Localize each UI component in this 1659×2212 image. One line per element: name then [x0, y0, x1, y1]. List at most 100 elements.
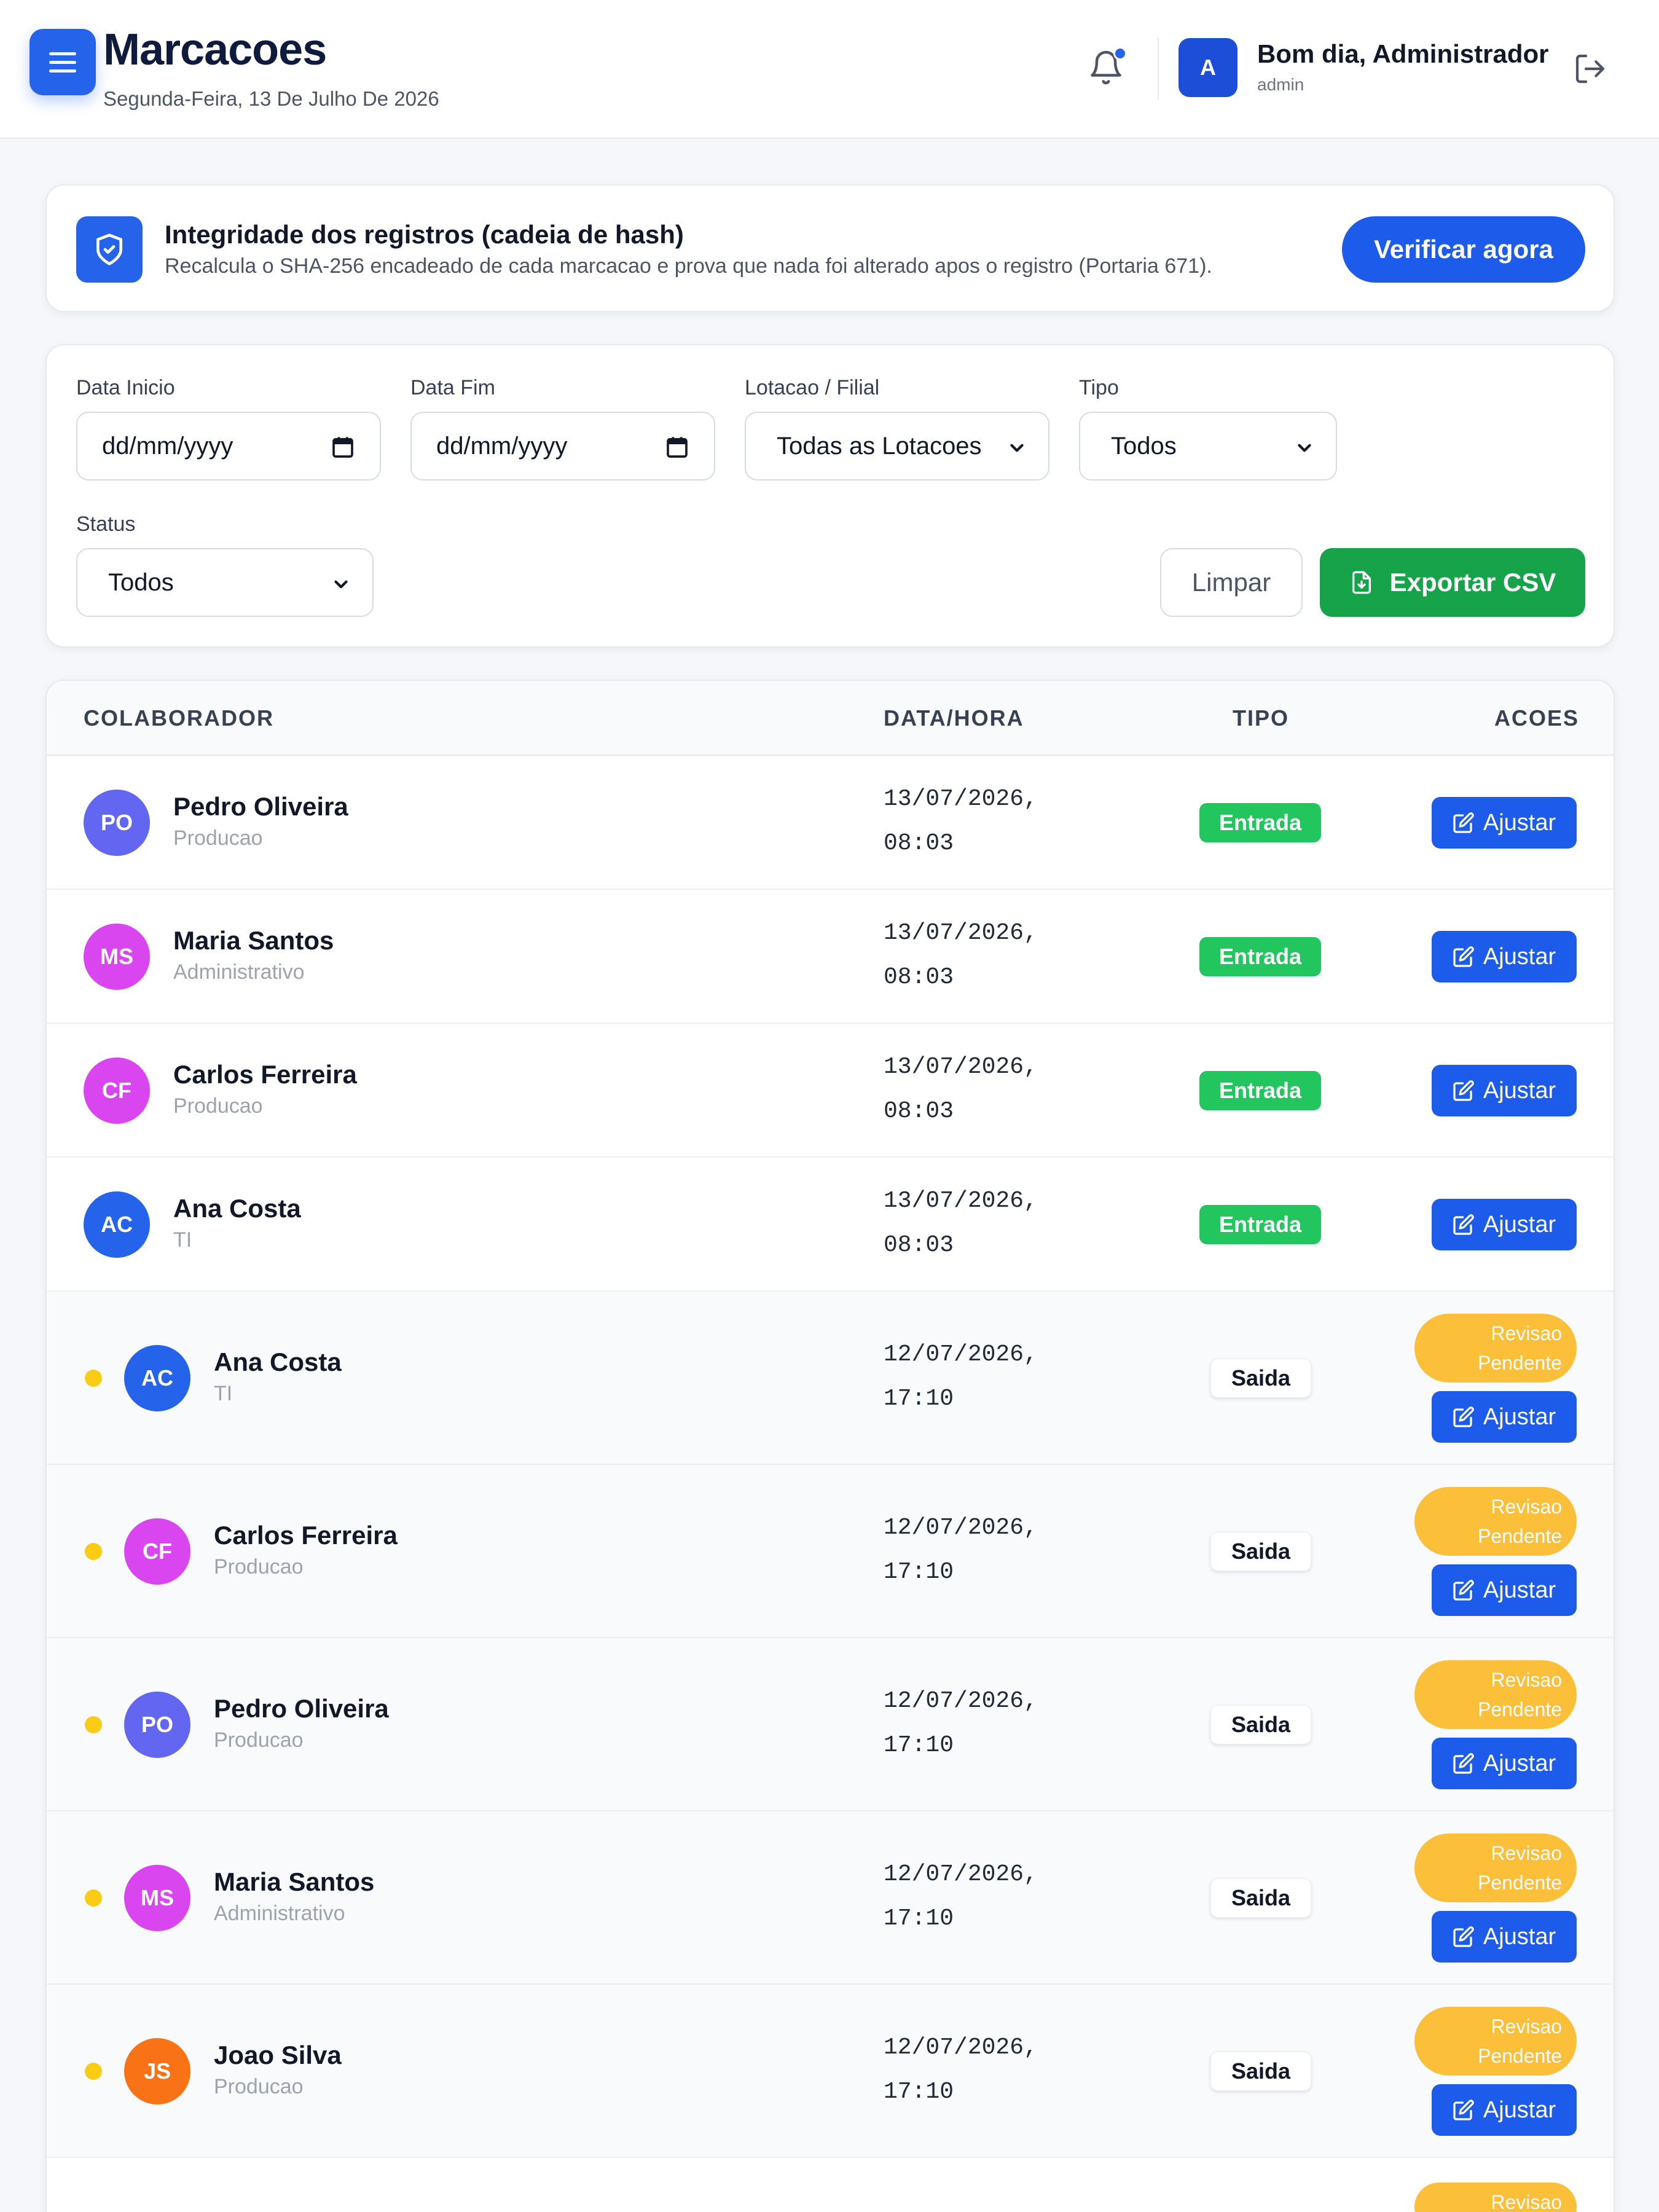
type-badge-entrada: Entrada	[1199, 1205, 1321, 1244]
filters-card: Data Inicio dd/mm/yyyy Data Fim dd/mm/yy…	[45, 344, 1615, 648]
adjust-button[interactable]: Ajustar	[1432, 1391, 1577, 1443]
collaborator-name: Pedro Oliveira	[214, 1694, 389, 1723]
col-collaborator: COLABORADOR	[84, 705, 274, 731]
record-datetime: 12/07/2026, 17:10	[884, 2034, 1038, 2105]
edit-icon	[1453, 1580, 1474, 1601]
avatar: MS	[124, 1865, 190, 1931]
collaborator-dept: Producao	[214, 1555, 304, 1579]
edit-icon	[1453, 1406, 1474, 1427]
collaborator-dept: TI	[214, 1382, 233, 1405]
export-csv-button[interactable]: Exportar CSV	[1320, 548, 1585, 617]
avatar: PO	[84, 790, 150, 856]
page-title: Marcacoes	[103, 25, 327, 74]
status-badge: Revisao	[1414, 2183, 1577, 2212]
table-row: CF Carlos Ferreira Producao 12/07/2026, 17:1…	[47, 1465, 1614, 1638]
calendar-icon[interactable]	[665, 435, 689, 460]
location-label: Lotacao / Filial	[745, 376, 880, 399]
type-select[interactable]: Todos	[1079, 412, 1337, 480]
col-datetime: DATA/HORA	[884, 705, 1024, 731]
end-date-input[interactable]: dd/mm/yyyy	[410, 412, 715, 480]
table-header: COLABORADOR DATA/HORA TIPO ACOES	[47, 681, 1614, 756]
status-badge: Revisao Pendente	[1414, 1487, 1577, 1556]
notification-dot	[1113, 47, 1127, 60]
adjust-button[interactable]: Ajustar	[1432, 1199, 1577, 1250]
integrity-description: Recalcula o SHA-256 encadeado de cada ma…	[165, 254, 1212, 278]
end-date-label: Data Fim	[410, 376, 495, 399]
header-divider	[1158, 38, 1159, 100]
type-badge-saida: Saida	[1210, 1878, 1311, 1918]
record-datetime: 13/07/2026, 08:03	[884, 1188, 1038, 1258]
edit-icon	[1453, 1926, 1474, 1947]
collaborator-dept: Producao	[214, 2075, 304, 2098]
col-actions: ACOES	[1494, 705, 1580, 731]
clear-button[interactable]: Limpar	[1160, 548, 1303, 617]
adjust-button[interactable]: Ajustar	[1432, 2084, 1577, 2136]
pending-indicator-dot	[85, 2063, 102, 2080]
start-date-input[interactable]: dd/mm/yyyy	[76, 412, 381, 480]
collaborator-dept: Administrativo	[214, 1902, 345, 1925]
pending-indicator-dot	[85, 1889, 102, 1907]
collaborator-name: Carlos Ferreira	[214, 1521, 398, 1550]
adjust-button[interactable]: Ajustar	[1432, 1065, 1577, 1116]
type-badge-saida: Saida	[1210, 2052, 1311, 2091]
location-select[interactable]: Todas as Lotacoes	[745, 412, 1049, 480]
collaborator-name: Maria Santos	[214, 1867, 375, 1896]
type-badge-saida: Saida	[1210, 1532, 1311, 1571]
start-date-label: Data Inicio	[76, 376, 175, 399]
record-datetime: 12/07/2026, 17:10	[884, 1341, 1038, 1412]
table-row: JS Joao Silva Producao 12/07/2026, 17:10 Said…	[47, 1985, 1614, 2158]
verify-now-button[interactable]: Verificar agora	[1342, 216, 1585, 283]
integrity-card: Integridade dos registros (cadeia de has…	[45, 184, 1615, 312]
avatar: PO	[124, 1692, 190, 1758]
edit-icon	[1453, 1080, 1474, 1101]
table-row: PO Pedro Oliveira Producao 12/07/2026, 17:10…	[47, 1638, 1614, 1811]
status-label: Status	[76, 512, 136, 536]
pending-indicator-dot	[85, 1543, 102, 1560]
adjust-button[interactable]: Ajustar	[1432, 797, 1577, 849]
collaborator-dept: Producao	[214, 1728, 304, 1752]
record-datetime: 12/07/2026, 17:10	[884, 1515, 1038, 1585]
record-datetime: 12/07/2026, 17:10	[884, 1861, 1038, 1932]
collaborator-name: Ana Costa	[173, 1194, 301, 1223]
type-badge-entrada: Entrada	[1199, 937, 1321, 976]
shield-icon-box	[76, 216, 143, 283]
type-badge-saida: Saida	[1210, 1359, 1311, 1398]
table-row: AC Ana Costa TI 13/07/2026, 08:03 Entrada Ajus…	[47, 1158, 1614, 1292]
adjust-button[interactable]: Ajustar	[1432, 1564, 1577, 1616]
status-badge: Revisao Pendente	[1414, 1834, 1577, 1902]
status-select[interactable]: Todos	[76, 548, 374, 617]
type-label: Tipo	[1079, 376, 1119, 399]
adjust-button[interactable]: Ajustar	[1432, 1738, 1577, 1789]
username-text: admin	[1257, 75, 1304, 94]
menu-icon	[49, 52, 76, 55]
collaborator-dept: Administrativo	[173, 960, 305, 984]
records-table: COLABORADOR DATA/HORA TIPO ACOES PO Pedro…	[45, 680, 1615, 2212]
col-type: TIPO	[1233, 705, 1290, 731]
table-row: MS Maria Santos Administrativo 13/07/2026, 0…	[47, 890, 1614, 1024]
collaborator-name: Ana Costa	[214, 1347, 342, 1376]
file-download-icon	[1352, 571, 1371, 594]
pending-indicator-dot	[85, 1370, 102, 1387]
avatar: MS	[84, 924, 150, 990]
table-row: PO Pedro Oliveira Producao 13/07/2026, 08:03…	[47, 756, 1614, 890]
chevron-down-icon	[1010, 444, 1024, 452]
record-datetime: 13/07/2026, 08:03	[884, 920, 1038, 990]
avatar: JS	[124, 2038, 190, 2104]
status-badge: Revisao Pendente	[1414, 2007, 1577, 2076]
adjust-button[interactable]: Ajustar	[1432, 1911, 1577, 1963]
adjust-button[interactable]: Ajustar	[1432, 931, 1577, 982]
collaborator-name: Joao Silva	[214, 2041, 342, 2069]
collaborator-name: Pedro Oliveira	[173, 792, 348, 821]
collaborator-name: Carlos Ferreira	[173, 1060, 357, 1089]
table-row: MS Maria Santos Administrativo 12/07/2026, 1…	[47, 1811, 1614, 1985]
type-badge-saida: Saida	[1210, 1705, 1311, 1744]
avatar: AC	[124, 1345, 190, 1411]
user-avatar[interactable]: A	[1179, 38, 1237, 97]
menu-button[interactable]	[29, 29, 96, 95]
logout-icon[interactable]	[1573, 52, 1607, 86]
edit-icon	[1453, 812, 1474, 833]
app-header: Marcacoes Segunda-Feira, 13 De Julho De …	[0, 0, 1659, 139]
record-datetime: 13/07/2026, 08:03	[884, 786, 1038, 857]
calendar-icon[interactable]	[331, 435, 355, 460]
record-datetime: 13/07/2026, 08:03	[884, 1054, 1038, 1124]
